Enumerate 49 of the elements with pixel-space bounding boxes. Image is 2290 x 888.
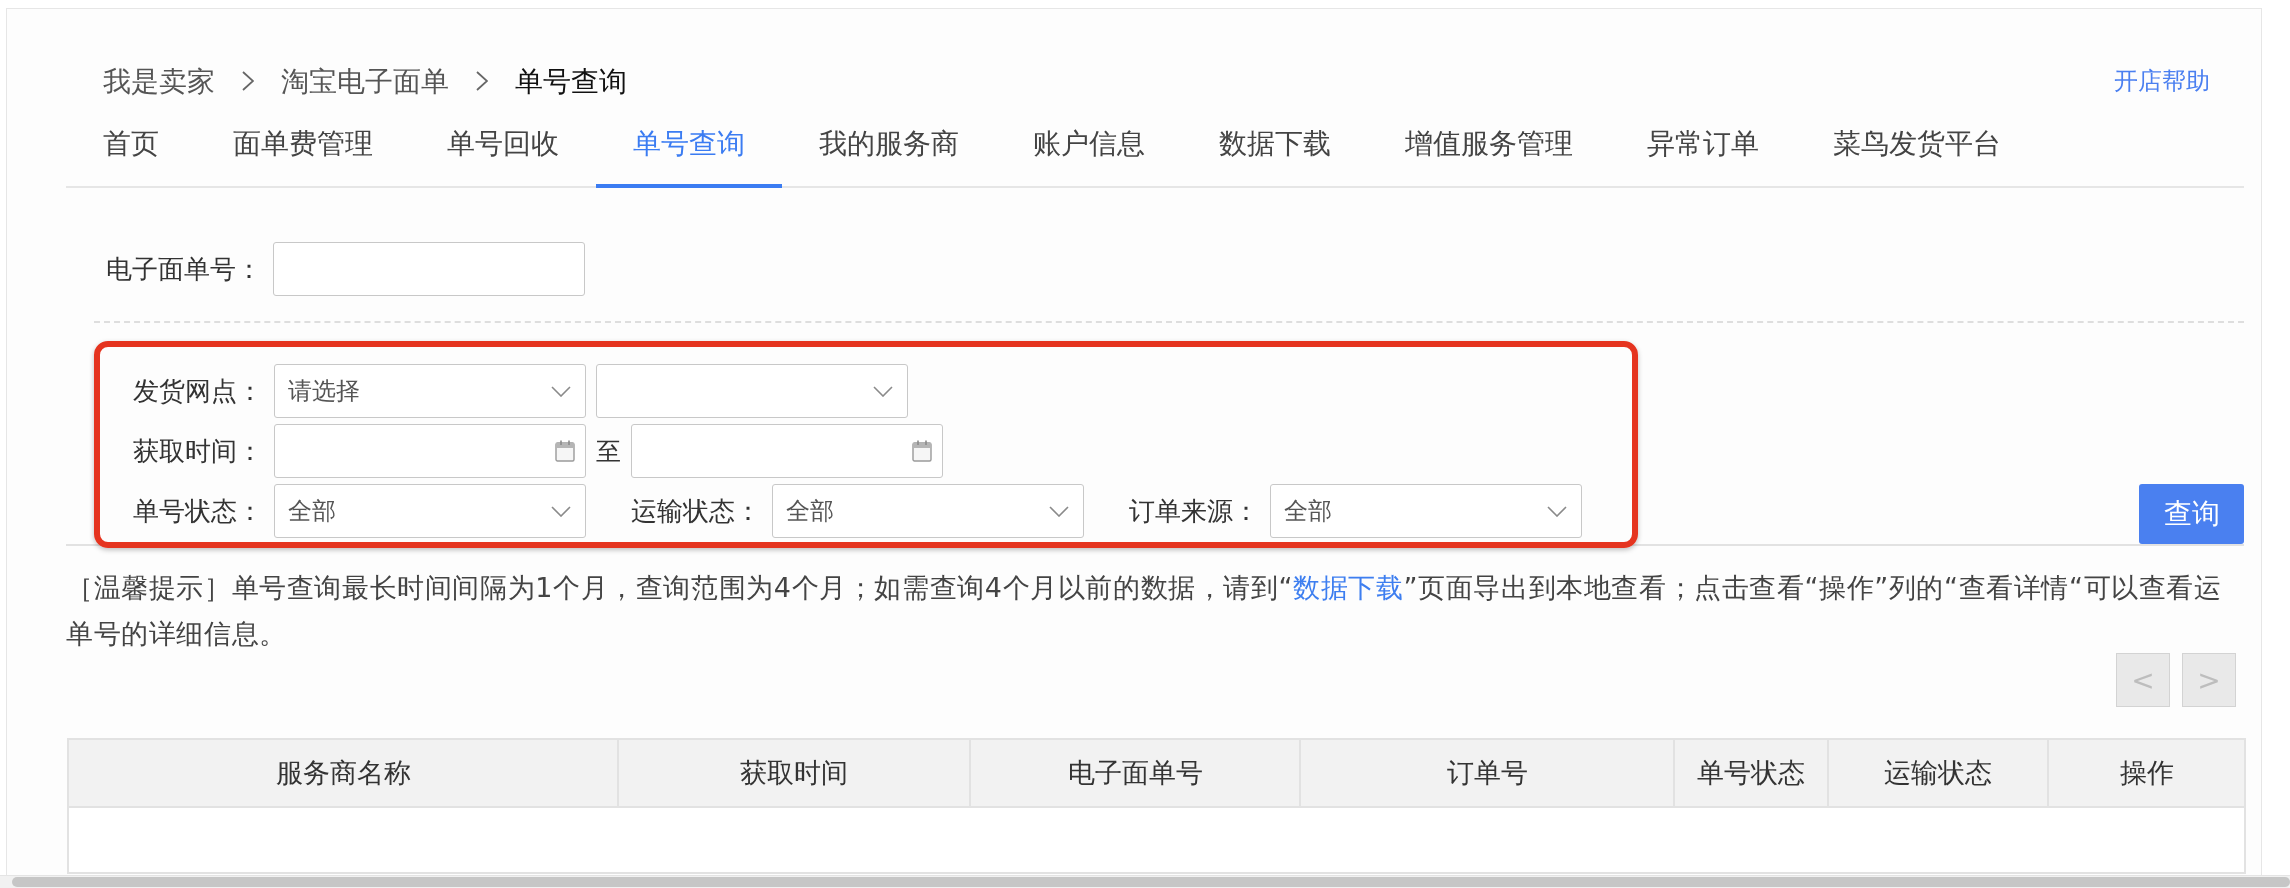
field-label: 获取时间： xyxy=(133,434,264,468)
field-label: 订单来源： xyxy=(1129,494,1260,528)
nav-tab[interactable]: 单号查询 xyxy=(596,115,782,188)
breadcrumb-item: 单号查询 xyxy=(515,64,627,99)
nav-tab[interactable]: 我的服务商 xyxy=(782,115,996,188)
dropdown-select[interactable] xyxy=(596,364,908,418)
dropdown-select[interactable]: 全部 xyxy=(274,484,586,538)
nav-tab[interactable]: 首页 xyxy=(66,115,196,188)
column-header: 操作 xyxy=(2048,739,2245,807)
data-download-link[interactable]: 数据下载 xyxy=(1293,572,1404,603)
range-separator: 至 xyxy=(596,435,621,468)
calendar-icon xyxy=(912,440,932,462)
date-field[interactable] xyxy=(631,424,943,478)
column-header: 电子面单号 xyxy=(970,739,1300,807)
column-header: 订单号 xyxy=(1300,739,1674,807)
chevron-down-icon xyxy=(551,505,571,517)
breadcrumb-item[interactable]: 我是卖家 xyxy=(103,61,215,101)
nav-tab[interactable]: 异常订单 xyxy=(1610,115,1796,188)
chevron-down-icon xyxy=(551,385,571,397)
chevron-down-icon xyxy=(873,385,893,397)
nav-tab[interactable]: 数据下载 xyxy=(1182,115,1368,188)
breadcrumb-item[interactable]: 淘宝电子面单 xyxy=(281,61,449,101)
dropdown-select[interactable]: 请选择 xyxy=(274,364,586,418)
scrollbar-thumb[interactable] xyxy=(12,877,2290,887)
query-button[interactable]: 查询 xyxy=(2139,484,2244,544)
notice-text: ［温馨提示］单号查询最长时间间隔为1个月，查询范围为4个月；如需查询4个月以前的数据，请到“数据下载”页面导出到本地查看；点击查看“操作”列的“查看详情“可以查看运单号的详细信息。 xyxy=(66,571,2223,651)
field-label: 发货网点： xyxy=(133,374,264,408)
nav-tab[interactable]: 菜鸟发货平台 xyxy=(1796,115,2038,188)
help-link[interactable]: 开店帮助 xyxy=(2114,65,2210,97)
field-label: 运输状态： xyxy=(631,494,762,528)
date-field[interactable] xyxy=(274,424,586,478)
column-header: 获取时间 xyxy=(618,739,970,807)
chevron-right-icon xyxy=(476,71,488,91)
field-label: 电子面单号： xyxy=(106,252,263,286)
dropdown-select[interactable]: 全部 xyxy=(1270,484,1582,538)
nav-tab[interactable]: 增值服务管理 xyxy=(1368,115,1610,188)
dropdown-select[interactable]: 全部 xyxy=(772,484,1084,538)
chevron-down-icon xyxy=(1547,505,1567,517)
column-header: 单号状态 xyxy=(1674,739,1828,807)
nav-tab[interactable]: 单号回收 xyxy=(410,115,596,188)
chevron-right-icon xyxy=(242,71,254,91)
column-header: 运输状态 xyxy=(1828,739,2048,807)
chevron-down-icon xyxy=(1049,505,1069,517)
waybill-number-field[interactable] xyxy=(273,242,585,296)
calendar-icon xyxy=(555,440,575,462)
nav-tab[interactable]: 面单费管理 xyxy=(196,115,410,188)
column-header: 服务商名称 xyxy=(68,739,618,807)
nav-tab[interactable]: 账户信息 xyxy=(996,115,1182,188)
field-label: 单号状态： xyxy=(133,494,264,528)
